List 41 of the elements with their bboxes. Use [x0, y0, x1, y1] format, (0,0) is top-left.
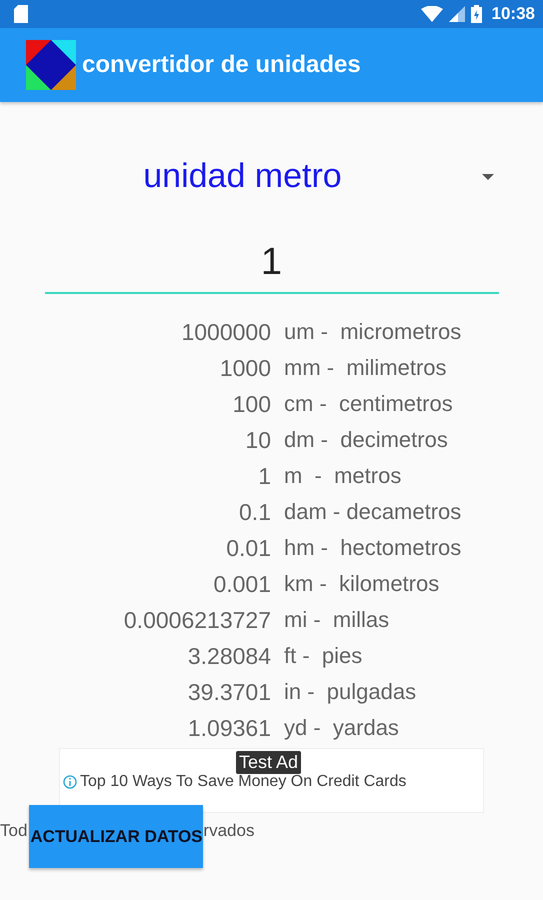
- converted-value: 3.28084: [186, 642, 271, 670]
- unit-label: um - micrometros: [284, 319, 462, 345]
- converted-value: 1000000: [180, 318, 271, 346]
- converted-value: 1: [257, 462, 271, 490]
- ad-badge: Test Ad: [236, 751, 302, 774]
- converted-value: 39.3701: [186, 678, 271, 706]
- ad-banner[interactable]: Test Ad Top 10 Ways To Save Money On Credit Cards: [59, 748, 484, 813]
- unit-label: km - kilometros: [284, 571, 440, 597]
- converted-value: 100: [232, 390, 271, 418]
- converted-value: 0.0006213727: [122, 606, 271, 634]
- unit-label: in - pulgadas: [284, 679, 416, 705]
- footer-text: rvados: [203, 820, 254, 840]
- unit-label: dam - decametros: [284, 499, 462, 525]
- converted-value: 0.01: [225, 534, 271, 562]
- signal-icon: [448, 6, 465, 22]
- converted-value: 0.001: [212, 570, 271, 598]
- footer-text: Tod: [0, 820, 28, 840]
- converted-value: 0.1: [238, 498, 271, 526]
- converted-value: 1.09361: [186, 714, 271, 742]
- info-icon[interactable]: [63, 775, 77, 789]
- unit-label: m - metros: [284, 463, 402, 489]
- sd-card-icon: [14, 5, 28, 23]
- amount-input-field[interactable]: 1: [44, 241, 498, 294]
- unit-label: dm - decimetros: [284, 427, 448, 453]
- battery-icon: [470, 5, 482, 23]
- app-logo-icon: [26, 40, 76, 90]
- ad-text: Top 10 Ways To Save Money On Credit Cards: [80, 773, 406, 791]
- unit-label: cm - centimetros: [284, 391, 453, 417]
- unit-label: yd - yardas: [284, 715, 399, 741]
- dropdown-arrow-icon: [482, 174, 494, 180]
- unit-dropdown[interactable]: unidad metro: [42, 154, 502, 198]
- app-title: convertidor de unidades: [82, 51, 361, 79]
- converted-value: 1000: [218, 354, 271, 382]
- wifi-icon: [420, 6, 443, 22]
- unit-label: mm - milimetros: [284, 355, 447, 381]
- update-data-button[interactable]: ACTUALIZAR DATOS: [29, 805, 204, 868]
- unit-label: ft - pies: [284, 643, 362, 669]
- converted-value: 10: [244, 426, 271, 454]
- unit-label: hm - hectometros: [284, 535, 462, 561]
- unit-label: mi - millas: [284, 607, 390, 633]
- status-time: 10:38: [492, 4, 535, 24]
